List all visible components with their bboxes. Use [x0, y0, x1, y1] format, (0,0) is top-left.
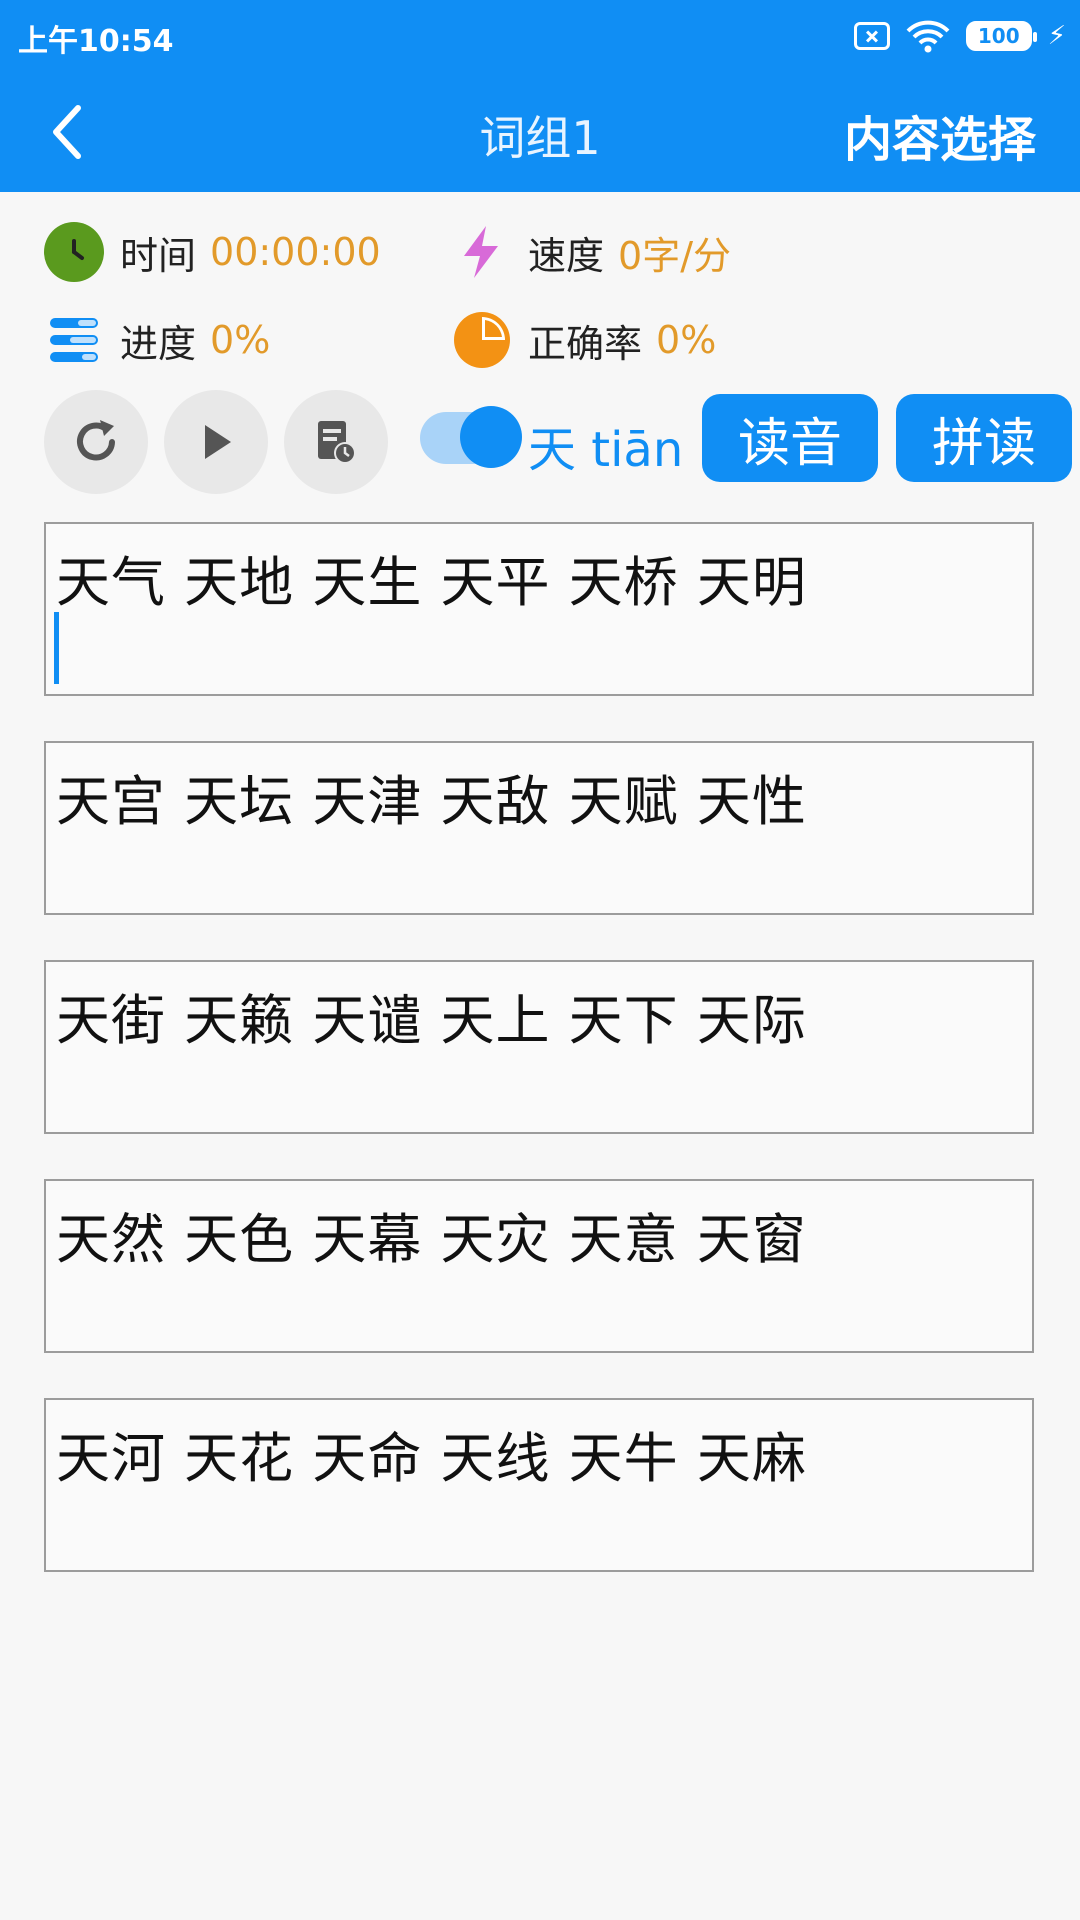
time-stat: 时间 00:00:00	[44, 222, 381, 282]
lightning-icon	[464, 226, 498, 278]
status-bar: 上午10:54 100 ⚡	[0, 0, 1080, 72]
record-history-icon	[318, 421, 356, 464]
accuracy-value: 0%	[656, 318, 717, 362]
word-group-text: 天气 天地 天生 天平 天桥 天明	[56, 551, 807, 614]
charging-icon: ⚡	[1047, 21, 1066, 51]
app-header: 上午10:54 100 ⚡ 词组1 内容选择	[0, 0, 1080, 192]
accuracy-stat: 正确率 0%	[452, 310, 716, 370]
no-sim-icon	[853, 22, 890, 50]
pie-chart-icon	[454, 312, 510, 368]
status-time: 上午10:54	[18, 24, 174, 59]
speed-label: 速度	[528, 233, 605, 278]
word-group-box-1[interactable]: 天气 天地 天生 天平 天桥 天明	[44, 522, 1034, 696]
word-group-box-5[interactable]: 天河 天花 天命 天线 天牛 天麻	[44, 1398, 1034, 1572]
content-select-button[interactable]: 内容选择	[844, 100, 1036, 170]
play-icon	[205, 425, 231, 459]
battery-icon: 100	[965, 21, 1037, 51]
progress-label: 进度	[120, 321, 197, 366]
word-group-text: 天河 天花 天命 天线 天牛 天麻	[56, 1427, 807, 1490]
toggle-knob	[460, 406, 522, 468]
word-group-text: 天宫 天坛 天津 天敌 天赋 天性	[56, 770, 807, 833]
progress-stat: 进度 0%	[44, 310, 270, 370]
pinyin-toggle[interactable]	[420, 406, 522, 468]
refresh-icon	[77, 420, 115, 461]
controls-row: 天 tiān 读音 拼读	[0, 390, 1080, 494]
progress-value: 0%	[210, 318, 271, 362]
word-group-box-4[interactable]: 天然 天色 天幕 天灾 天意 天窗	[44, 1179, 1034, 1353]
text-cursor	[54, 612, 59, 684]
accuracy-label: 正确率	[528, 321, 643, 366]
word-group-box-3[interactable]: 天街 天籁 天谴 天上 天下 天际	[44, 960, 1034, 1134]
speed-value: 0字/分	[618, 233, 731, 278]
time-value: 00:00:00	[210, 230, 381, 274]
history-button[interactable]	[284, 390, 388, 494]
time-label: 时间	[120, 233, 197, 278]
toggle-label: 天 tiān	[528, 422, 684, 478]
read-aloud-button[interactable]: 读音	[702, 394, 878, 482]
word-group-text: 天街 天籁 天谴 天上 天下 天际	[56, 989, 807, 1052]
play-button[interactable]	[164, 390, 268, 494]
speed-stat: 速度 0字/分	[452, 222, 731, 282]
word-group-text: 天然 天色 天幕 天灾 天意 天窗	[56, 1208, 807, 1271]
spell-read-button[interactable]: 拼读	[896, 394, 1072, 482]
status-icons: 100 ⚡	[853, 16, 1066, 56]
restart-button[interactable]	[44, 390, 148, 494]
progress-bars-icon	[50, 318, 98, 362]
clock-icon	[44, 222, 104, 282]
wifi-icon	[906, 20, 950, 53]
word-group-box-2[interactable]: 天宫 天坛 天津 天敌 天赋 天性	[44, 741, 1034, 915]
